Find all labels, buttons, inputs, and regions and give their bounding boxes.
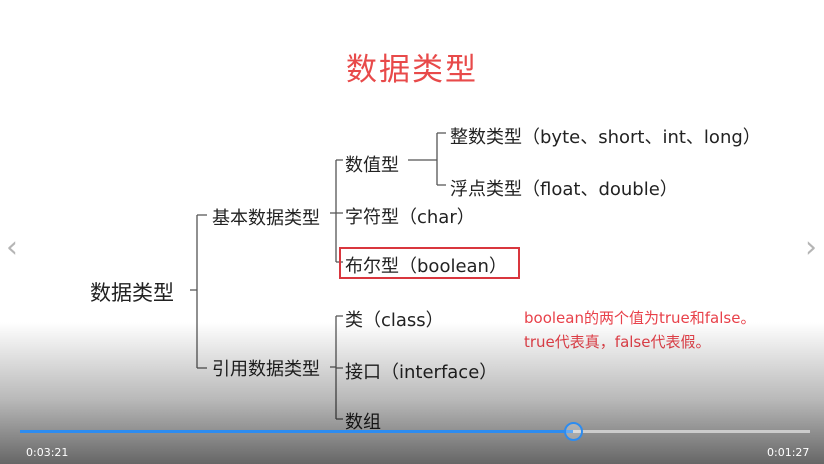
- interface-type-label: 接口（interface）: [345, 362, 498, 383]
- progress-handle[interactable]: [564, 422, 583, 441]
- float-types-label: 浮点类型（float、double）: [450, 179, 678, 200]
- tree-brackets: [190, 132, 446, 420]
- chevron-left-icon[interactable]: ‹: [6, 230, 18, 265]
- boolean-note: boolean的两个值为true和false。 true代表真，false代表假…: [524, 306, 755, 354]
- boolean-note-line-2: true代表真，false代表假。: [524, 333, 711, 351]
- class-type-label: 类（class）: [345, 310, 444, 331]
- integer-types-label: 整数类型（byte、short、int、long）: [450, 127, 761, 148]
- primitive-types-label: 基本数据类型: [212, 208, 320, 229]
- remaining-time: 0:01:27: [767, 446, 810, 459]
- progress-track[interactable]: [20, 422, 810, 441]
- slide: 数据类型 数据类型 基本数据类型 数值型 整数类型（byte、short、int…: [0, 0, 824, 464]
- progress-played: [20, 430, 573, 433]
- elapsed-time: 0:03:21: [26, 446, 69, 459]
- char-type-label: 字符型（char）: [345, 207, 475, 228]
- root-label: 数据类型: [90, 281, 174, 305]
- numeric-type-label: 数值型: [345, 155, 399, 176]
- boolean-type-label: 布尔型（boolean）: [345, 256, 507, 277]
- reference-types-label: 引用数据类型: [212, 359, 320, 380]
- chevron-right-icon[interactable]: ›: [805, 230, 817, 265]
- boolean-note-line-1: boolean的两个值为true和false。: [524, 309, 756, 327]
